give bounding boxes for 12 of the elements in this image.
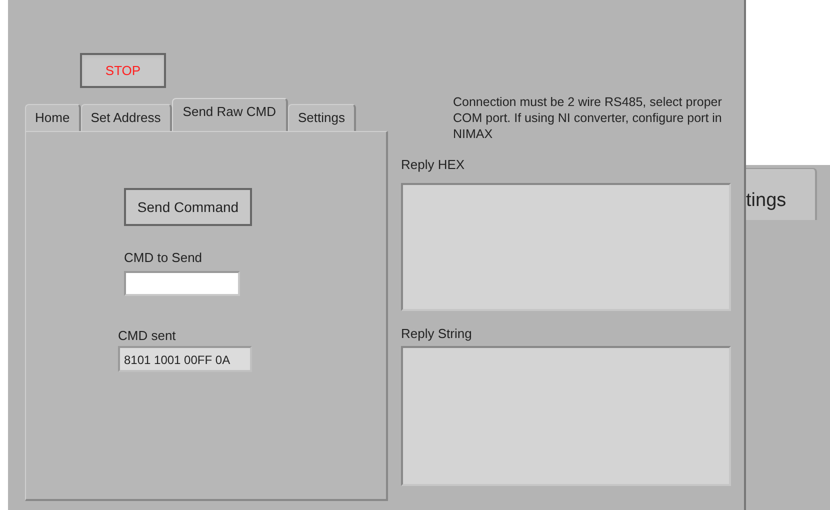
tab[interactable]: Set Address <box>80 104 172 131</box>
connection-note: Connection must be 2 wire RS485, select proper COM port. If using NI converter, configure port in NIMAX <box>453 94 723 142</box>
tab[interactable]: Send Raw CMD <box>172 98 288 132</box>
send-command-button[interactable]: Send Command <box>124 188 252 226</box>
cmd-input-field[interactable] <box>124 270 240 296</box>
field-label: Reply HEX <box>401 156 466 174</box>
field-label: Reply String <box>401 324 473 343</box>
tab[interactable]: Home <box>25 104 81 131</box>
field-label: CMD sent <box>118 326 177 344</box>
cmd-sent-field: 8101 1001 00FF 0A <box>118 346 252 372</box>
tab[interactable]: Settings <box>288 104 356 131</box>
field-label: CMD to Send <box>124 249 204 267</box>
